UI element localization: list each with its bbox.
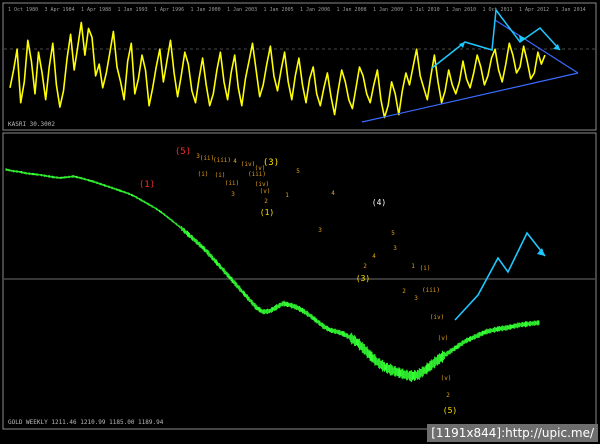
date-label: 1 Apr 1988	[81, 7, 111, 13]
date-label: 1 Jan 2010	[446, 7, 476, 13]
date-label: 1 Jan 2000	[191, 7, 221, 13]
wave-label-minor: 2	[264, 198, 268, 205]
date-label: 1 Jan 2009	[373, 7, 403, 13]
date-label: 1 Jan 2005	[264, 7, 294, 13]
wave-label: (3)	[356, 274, 370, 283]
wave-label-minor: (iv)	[241, 161, 255, 168]
wave-label-minor: (i)	[420, 265, 431, 272]
wave-label-minor: (iii)	[422, 287, 440, 294]
wave-label: (5)	[175, 147, 191, 157]
wave-label-minor: 5	[391, 230, 395, 237]
wave-label-minor: (v)	[438, 335, 449, 342]
wave-label-minor: 4	[331, 190, 335, 197]
upper-corner-label: KASRI 30.3002	[8, 121, 55, 128]
wave-label-minor: 2	[446, 392, 450, 399]
wave-label: (5)	[443, 406, 457, 415]
date-label: 1 Jan 2014	[556, 7, 586, 13]
wave-label-minor: (i)	[198, 171, 209, 178]
wave-label-minor: (v)	[260, 188, 271, 195]
date-label: 1 Oct 1980	[8, 7, 38, 13]
wave-label-minor: 3	[231, 191, 235, 198]
date-label: 1 Jan 2006	[300, 7, 330, 13]
date-label: 1 Apr 2012	[519, 7, 549, 13]
wave-label-minor: (iii)	[213, 157, 231, 164]
date-label: 1 Jan 1993	[118, 7, 148, 13]
wave-label-minor: 3	[318, 227, 322, 234]
wave-label: (4)	[372, 198, 386, 207]
date-label: 1 Jul 2010	[410, 7, 440, 13]
date-label: 1 Jan 2008	[337, 7, 367, 13]
date-label: 3 Apr 1984	[45, 7, 75, 13]
chart-root: KASRI 30.3002 GOLD WEEKLY 1211.46 1210.9…	[0, 0, 600, 444]
date-label: 1 Jan 2003	[227, 7, 257, 13]
wave-label-minor: 3	[414, 295, 418, 302]
wave-label-minor: 1	[285, 192, 289, 199]
wave-label-minor: (v)	[441, 375, 452, 382]
wave-label-minor: 5	[296, 168, 300, 175]
wave-label-minor: (i)	[215, 172, 226, 179]
wave-label-minor: 1	[411, 263, 415, 270]
wave-label-minor: 4	[372, 253, 376, 260]
date-label: 1 Apr 1996	[154, 7, 184, 13]
wave-label: (1)	[260, 208, 274, 217]
wave-label-minor: 4	[233, 158, 237, 165]
wave-label-minor: (ii)	[225, 180, 239, 187]
lower-corner-label: GOLD WEEKLY 1211.46 1210.99 1185.00 1189…	[8, 419, 164, 426]
wave-label-minor: (iv)	[430, 314, 444, 321]
wave-label-minor: (iv)	[255, 181, 269, 188]
wave-label-minor: 3	[393, 245, 397, 252]
wave-label-minor: 2	[402, 288, 406, 295]
wave-label: (1)	[139, 180, 155, 190]
watermark: [1191x844]:http://upic.me/	[427, 424, 598, 442]
wave-label-minor: (iii)	[248, 171, 266, 178]
wave-label-minor: 2	[363, 263, 367, 270]
